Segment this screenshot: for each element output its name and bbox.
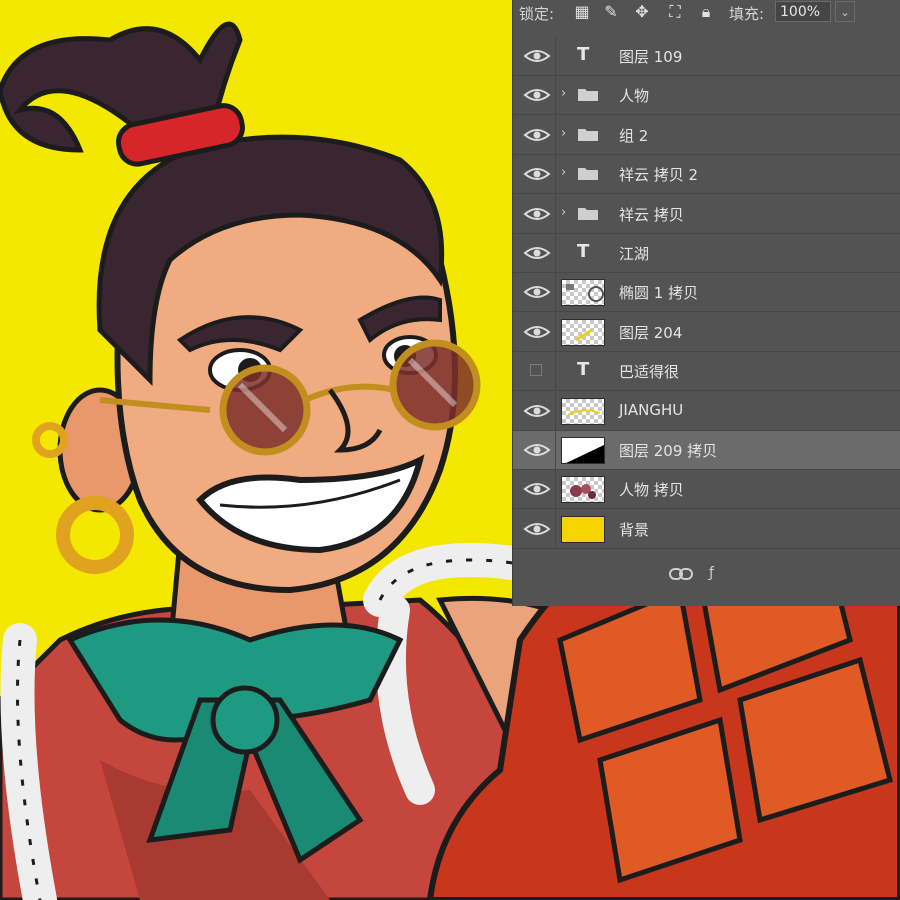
expand-arrow-icon[interactable]: › [561,165,566,180]
folder-icon [578,128,598,141]
text-layer-icon: T [577,359,590,381]
layer-name: 椭圆 1 拷贝 [619,284,699,303]
visibility-off-box[interactable] [530,364,542,377]
visibility-eye-icon[interactable] [521,165,553,183]
layer-name: 图层 209 拷贝 [619,442,718,460]
visibility-eye-icon[interactable] [521,402,553,420]
layer-name: 人物 拷贝 [619,481,684,500]
layer-row[interactable]: 图层 209 拷贝 [513,431,900,470]
folder-icon [578,207,598,220]
fill-input[interactable]: 100% [775,1,831,22]
layer-row[interactable]: JIANGHU [513,391,900,431]
row-divider [555,431,556,469]
layer-thumbnail [561,397,605,425]
row-divider [555,273,556,312]
layer-name: JIANGHU [619,400,684,419]
layer-name: 江湖 [619,245,650,263]
visibility-eye-icon[interactable] [521,480,553,498]
visibility-eye-icon[interactable] [521,323,553,341]
visibility-eye-icon[interactable] [521,86,553,104]
layer-row[interactable]: › 人物 [513,76,900,116]
layer-thumbnail [561,476,605,504]
row-divider [555,76,556,115]
layer-row[interactable]: 椭圆 1 拷贝 [513,273,900,313]
layer-name: 图层 109 [619,48,683,66]
layer-name: 组 2 [619,126,649,145]
layer-name: 图层 204 [619,323,683,342]
visibility-eye-icon[interactable] [521,126,553,144]
layer-row[interactable]: 图层 204 [513,312,900,352]
row-divider [555,234,556,272]
layer-row[interactable]: › 祥云 拷贝 2 [513,155,900,195]
row-divider [555,391,556,430]
visibility-eye-icon[interactable] [521,441,553,459]
layer-name: 巴适得很 [619,363,680,382]
folder-icon [578,89,598,102]
row-divider [555,352,556,391]
row-divider [555,155,556,194]
layer-name: 祥云 拷贝 [619,205,684,224]
layer-thumbnail [561,318,605,346]
layer-name: 祥云 拷贝 2 [619,166,699,185]
expand-arrow-icon[interactable]: › [561,86,566,101]
expand-arrow-icon[interactable]: › [561,205,566,220]
folder-icon [578,168,598,181]
fx-icon[interactable]: ƒ [709,565,714,581]
expand-arrow-icon[interactable]: › [561,126,566,141]
text-layer-icon: T [577,44,590,65]
layer-row[interactable]: › 祥云 拷贝 [513,194,900,234]
lock-label: 锁定: [519,5,555,23]
layer-name: 人物 [619,87,650,106]
lock-image-pixels-icon[interactable]: ✎ [602,3,620,21]
layer-thumbnail [561,515,605,543]
layer-row[interactable]: T 图层 109 [513,37,900,76]
layer-thumbnail [561,279,605,307]
visibility-eye-icon[interactable] [521,47,553,65]
visibility-eye-icon[interactable] [521,283,553,301]
layers-panel: 锁定: ▦ ✎ ✥ ⛶ 🔒︎ 填充: 100% ⌄ T 图层 109 › 人物 › 组 2… [512,0,900,606]
lock-position-icon[interactable]: ✥ [633,3,651,21]
text-layer-icon: T [577,241,590,262]
lock-all-icon[interactable]: 🔒︎ [697,3,715,21]
layer-row[interactable]: 人物 拷贝 [513,470,900,510]
visibility-eye-icon[interactable] [521,244,553,262]
row-divider [555,115,556,154]
row-divider [555,194,556,233]
fill-dropdown-icon[interactable]: ⌄ [835,1,855,22]
row-divider [555,37,556,75]
lock-transparent-pixels-icon[interactable]: ▦ [573,3,591,21]
panel-footer: ƒ [513,555,900,595]
lock-toolbar: 锁定: ▦ ✎ ✥ ⛶ 🔒︎ 填充: 100% ⌄ [513,0,900,27]
lock-artboard-icon[interactable]: ⛶ [666,3,684,21]
row-divider [555,509,556,548]
layer-row[interactable]: T 江湖 [513,234,900,273]
fill-label: 填充: [729,5,765,23]
row-divider [555,312,556,351]
layer-row[interactable]: › 组 2 [513,115,900,155]
visibility-eye-icon[interactable] [521,520,553,538]
layer-name: 背景 [619,520,650,539]
layer-row[interactable]: 背景 [513,509,900,549]
row-divider [555,470,556,509]
link-layers-icon[interactable] [669,567,693,581]
layer-thumbnail [561,437,605,464]
visibility-eye-icon[interactable] [521,205,553,223]
layer-row[interactable]: T 巴适得很 [513,352,900,392]
